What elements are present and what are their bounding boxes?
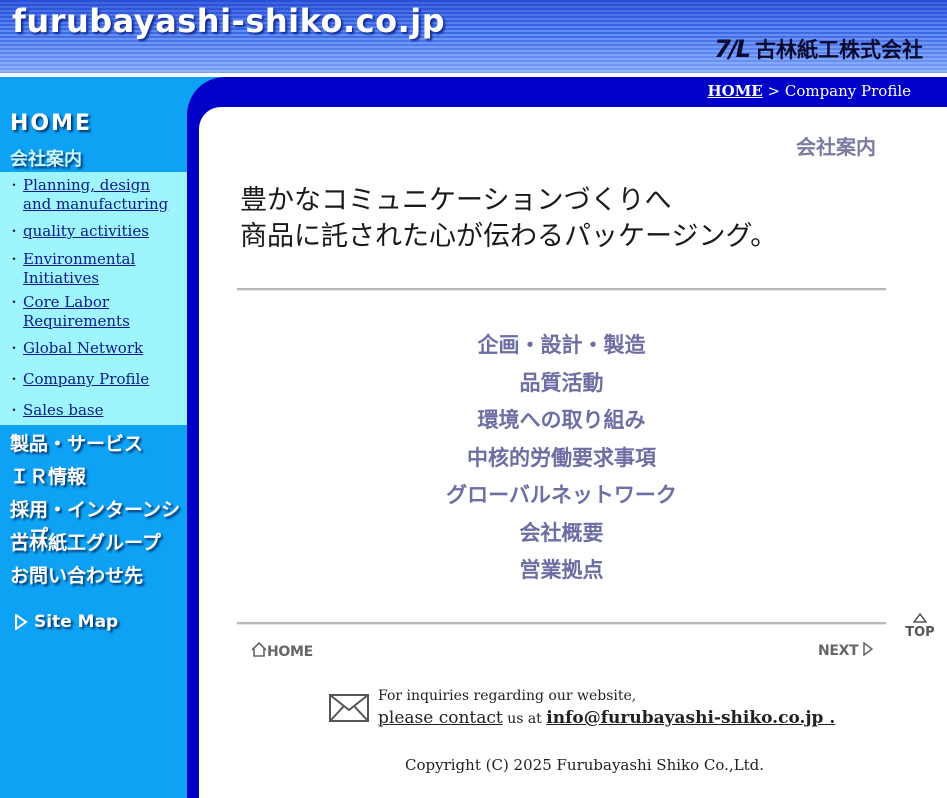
sidebar-item-products[interactable]: 製品・サービス <box>10 429 143 456</box>
us-at-text: us at <box>507 711 542 727</box>
sidebar-item-home[interactable]: HOME <box>10 111 92 136</box>
menu-link-environment[interactable]: 環境への取り組み <box>300 405 823 443</box>
submenu-link-quality[interactable]: quality activities <box>23 222 178 241</box>
triangle-right-outline-icon <box>863 641 874 657</box>
sidebar-item-contact[interactable]: お問い合わせ先 <box>10 561 143 588</box>
menu-link-quality[interactable]: 品質活動 <box>300 368 823 406</box>
home-icon <box>251 641 267 657</box>
divider-top <box>237 288 886 291</box>
submenu-link-global[interactable]: Global Network <box>23 339 178 358</box>
triangle-up-icon <box>904 612 936 625</box>
site-header: furubayashi-shiko.co.jp 7/L 古林紙工株式会社 <box>0 0 947 73</box>
footer-home-label: HOME <box>267 644 313 660</box>
site-title[interactable]: furubayashi-shiko.co.jp <box>12 2 445 40</box>
please-contact-link[interactable]: please contact <box>378 708 503 728</box>
back-to-top-label: TOP <box>905 625 935 640</box>
headline: 豊かなコミュニケーションづくりへ 商品に託された心が伝わるパッケージング。 <box>240 183 880 255</box>
submenu-link-planning[interactable]: Planning, design and manufacturing <box>23 176 178 214</box>
submenu-link-sales-base[interactable]: Sales base <box>23 401 178 420</box>
copyright: Copyright (C) 2025 Furubayashi Shiko Co.… <box>405 756 765 774</box>
headline-line-1: 豊かなコミュニケーションづくりへ <box>240 185 672 216</box>
company-logo-mark: 7/L <box>714 35 751 63</box>
menu-link-sales-base[interactable]: 営業拠点 <box>300 555 823 593</box>
contact-line: please contact us at info@furubayashi-sh… <box>378 708 835 728</box>
back-to-top-button[interactable]: TOP <box>904 612 936 640</box>
menu-link-labor[interactable]: 中核的労働要求事項 <box>300 443 823 481</box>
footer-home-link[interactable]: HOME <box>251 641 313 660</box>
section-menu: 企画・設計・製造 品質活動 環境への取り組み 中核的労働要求事項 グローバルネッ… <box>300 330 823 593</box>
sidebar-submenu: ・ Planning, design and manufacturing ・ q… <box>0 172 187 425</box>
breadcrumb-current: Company Profile <box>784 82 911 100</box>
triangle-right-outline-icon <box>15 614 28 630</box>
email-link[interactable]: info@furubayashi-shiko.co.jp . <box>546 708 835 728</box>
sitemap-link[interactable]: Site Map <box>14 612 118 632</box>
mail-icon <box>329 694 369 722</box>
footer-next-label: NEXT <box>818 643 859 659</box>
submenu-link-environment[interactable]: Environmental Initiatives <box>23 250 178 288</box>
sidebar-item-company-info[interactable]: 会社案内 <box>10 145 82 171</box>
breadcrumb-separator: > <box>762 82 785 100</box>
headline-line-2: 商品に託された心が伝わるパッケージング。 <box>240 221 778 252</box>
sitemap-label: Site Map <box>34 612 119 632</box>
sidebar-item-group[interactable]: 古林紙工グループ <box>10 528 161 555</box>
menu-link-global[interactable]: グローバルネットワーク <box>300 480 823 518</box>
page-title: 会社案内 <box>796 135 876 159</box>
divider-bottom <box>237 622 886 625</box>
sidebar-item-ir[interactable]: ＩＲ情報 <box>10 462 86 489</box>
company-name: 古林紙工株式会社 <box>755 38 923 62</box>
footer-next-link[interactable]: NEXT <box>818 641 874 659</box>
menu-link-company-profile[interactable]: 会社概要 <box>300 518 823 556</box>
company-brand[interactable]: 7/L 古林紙工株式会社 <box>714 34 923 64</box>
submenu-link-labor[interactable]: Core Labor Requirements <box>23 293 178 331</box>
breadcrumb: HOME > Company Profile <box>707 82 911 100</box>
breadcrumb-home-link[interactable]: HOME <box>707 82 762 100</box>
sidebar-nav: HOME 会社案内 ・ Planning, design and manufac… <box>0 77 187 798</box>
submenu-link-company-profile[interactable]: Company Profile <box>23 370 178 389</box>
contact-intro: For inquiries regarding our website, <box>378 688 637 704</box>
menu-link-planning[interactable]: 企画・設計・製造 <box>300 330 823 368</box>
